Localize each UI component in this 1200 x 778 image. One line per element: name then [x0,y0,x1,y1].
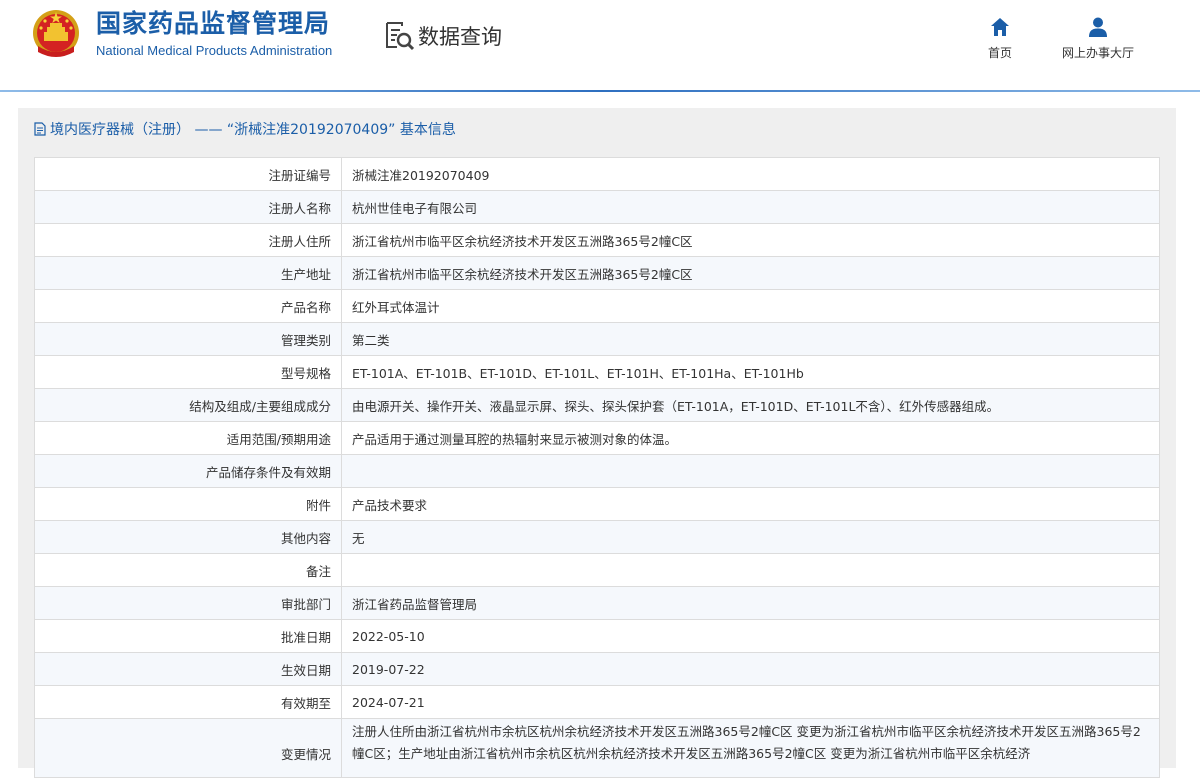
nav-home[interactable]: 首页 [982,16,1018,61]
table-row: 生效日期 2019-07-22 [34,652,1160,686]
table-row: 有效期至 2024-07-21 [34,685,1160,719]
org-name-cn: 国家药品监督管理局 [96,9,331,38]
table-row: 结构及组成/主要组成成分 由电源开关、操作开关、液晶显示屏、探头、探头保护套（ET… [34,388,1160,422]
field-label: 其他内容 [34,520,342,554]
field-value: 产品技术要求 [341,487,1160,521]
nav-online-service-hall-label: 网上办事大厅 [1061,46,1134,60]
panel-title: 境内医疗器械（注册） —— “浙械注准20192070409” 基本信息 [33,119,456,139]
field-value: 2024-07-21 [341,685,1160,719]
field-value: 浙江省杭州市临平区余杭经济技术开发区五洲路365号2幢C区 [341,256,1160,290]
field-value: 产品适用于通过测量耳腔的热辐射来显示被测对象的体温。 [341,421,1160,455]
field-label: 注册证编号 [34,157,342,191]
detail-panel: 境内医疗器械（注册） —— “浙械注准20192070409” 基本信息 注册证… [18,108,1176,778]
field-label: 生效日期 [34,652,342,686]
field-label: 有效期至 [34,685,342,719]
field-value: 无 [341,520,1160,554]
field-label: 生产地址 [34,256,342,290]
top-header: 国家药品监督管理局 National Medical Products Admi… [0,0,1200,90]
field-label: 产品名称 [34,289,342,323]
field-value: 2022-05-10 [341,619,1160,653]
document-search-icon [386,22,414,51]
field-label: 附件 [34,487,342,521]
field-value [341,454,1160,488]
field-label: 适用范围/预期用途 [34,421,342,455]
field-label: 型号规格 [34,355,342,389]
field-value: 由电源开关、操作开关、液晶显示屏、探头、探头保护套（ET-101A，ET-101… [341,388,1160,422]
home-icon [991,18,1009,36]
field-label: 注册人住所 [34,223,342,257]
table-row: 产品名称 红外耳式体温计 [34,289,1160,323]
national-emblem-icon [33,10,79,57]
table-row: 审批部门 浙江省药品监督管理局 [34,586,1160,620]
table-row: 备注 [34,553,1160,587]
field-value: 红外耳式体温计 [341,289,1160,323]
field-value: 杭州世佳电子有限公司 [341,190,1160,224]
data-query-link[interactable]: 数据查询 [384,20,502,52]
field-label: 产品储存条件及有效期 [34,454,342,488]
table-row: 生产地址 浙江省杭州市临平区余杭经济技术开发区五洲路365号2幢C区 [34,256,1160,290]
header-divider [0,90,1200,92]
nav-online-service-hall[interactable]: 网上办事大厅 [1052,16,1144,61]
field-value: 浙江省药品监督管理局 [341,586,1160,620]
table-row: 产品储存条件及有效期 [34,454,1160,488]
brand[interactable]: 国家药品监督管理局 National Medical Products Admi… [30,8,332,60]
table-row: 管理类别 第二类 [34,322,1160,356]
field-label: 变更情况 [34,718,342,778]
data-query-label: 数据查询 [418,25,502,49]
field-value [341,553,1160,587]
field-value: ET-101A、ET-101B、ET-101D、ET-101L、ET-101H、… [341,355,1160,389]
panel-title-text: 境内医疗器械（注册） —— “浙械注准20192070409” 基本信息 [50,122,456,138]
table-row: 型号规格 ET-101A、ET-101B、ET-101D、ET-101L、ET-1… [34,355,1160,389]
table-row: 其他内容无 [34,520,1160,554]
field-value: 浙械注准20192070409 [341,157,1160,191]
device-info-table: 注册证编号 浙械注准20192070409 注册人名称 杭州世佳电子有限公司 注册人… [34,157,1160,778]
nav-home-label: 首页 [987,46,1012,60]
field-value: 注册人住所由浙江省杭州市余杭区杭州余杭经济技术开发区五洲路365号2幢C区 变更… [341,718,1160,778]
table-row: 附件 产品技术要求 [34,487,1160,521]
org-name-en: National Medical Products Administration [96,43,333,58]
field-label: 审批部门 [34,586,342,620]
table-row: 变更情况 注册人住所由浙江省杭州市余杭区杭州余杭经济技术开发区五洲路365号2幢C… [34,718,1160,778]
table-row: 注册证编号 浙械注准20192070409 [34,157,1160,191]
field-value: 浙江省杭州市临平区余杭经济技术开发区五洲路365号2幢C区 [341,223,1160,257]
user-icon [1089,17,1107,37]
field-label: 备注 [34,553,342,587]
document-icon [34,122,46,136]
table-row: 批准日期 2022-05-10 [34,619,1160,653]
field-value: 2019-07-22 [341,652,1160,686]
field-label: 管理类别 [34,322,342,356]
table-row: 注册人名称 杭州世佳电子有限公司 [34,190,1160,224]
table-row: 注册人住所 浙江省杭州市临平区余杭经济技术开发区五洲路365号2幢C区 [34,223,1160,257]
field-label: 结构及组成/主要组成成分 [34,388,342,422]
field-label: 注册人名称 [34,190,342,224]
table-row: 适用范围/预期用途 产品适用于通过测量耳腔的热辐射来显示被测对象的体温。 [34,421,1160,455]
field-value: 第二类 [341,322,1160,356]
field-label: 批准日期 [34,619,342,653]
